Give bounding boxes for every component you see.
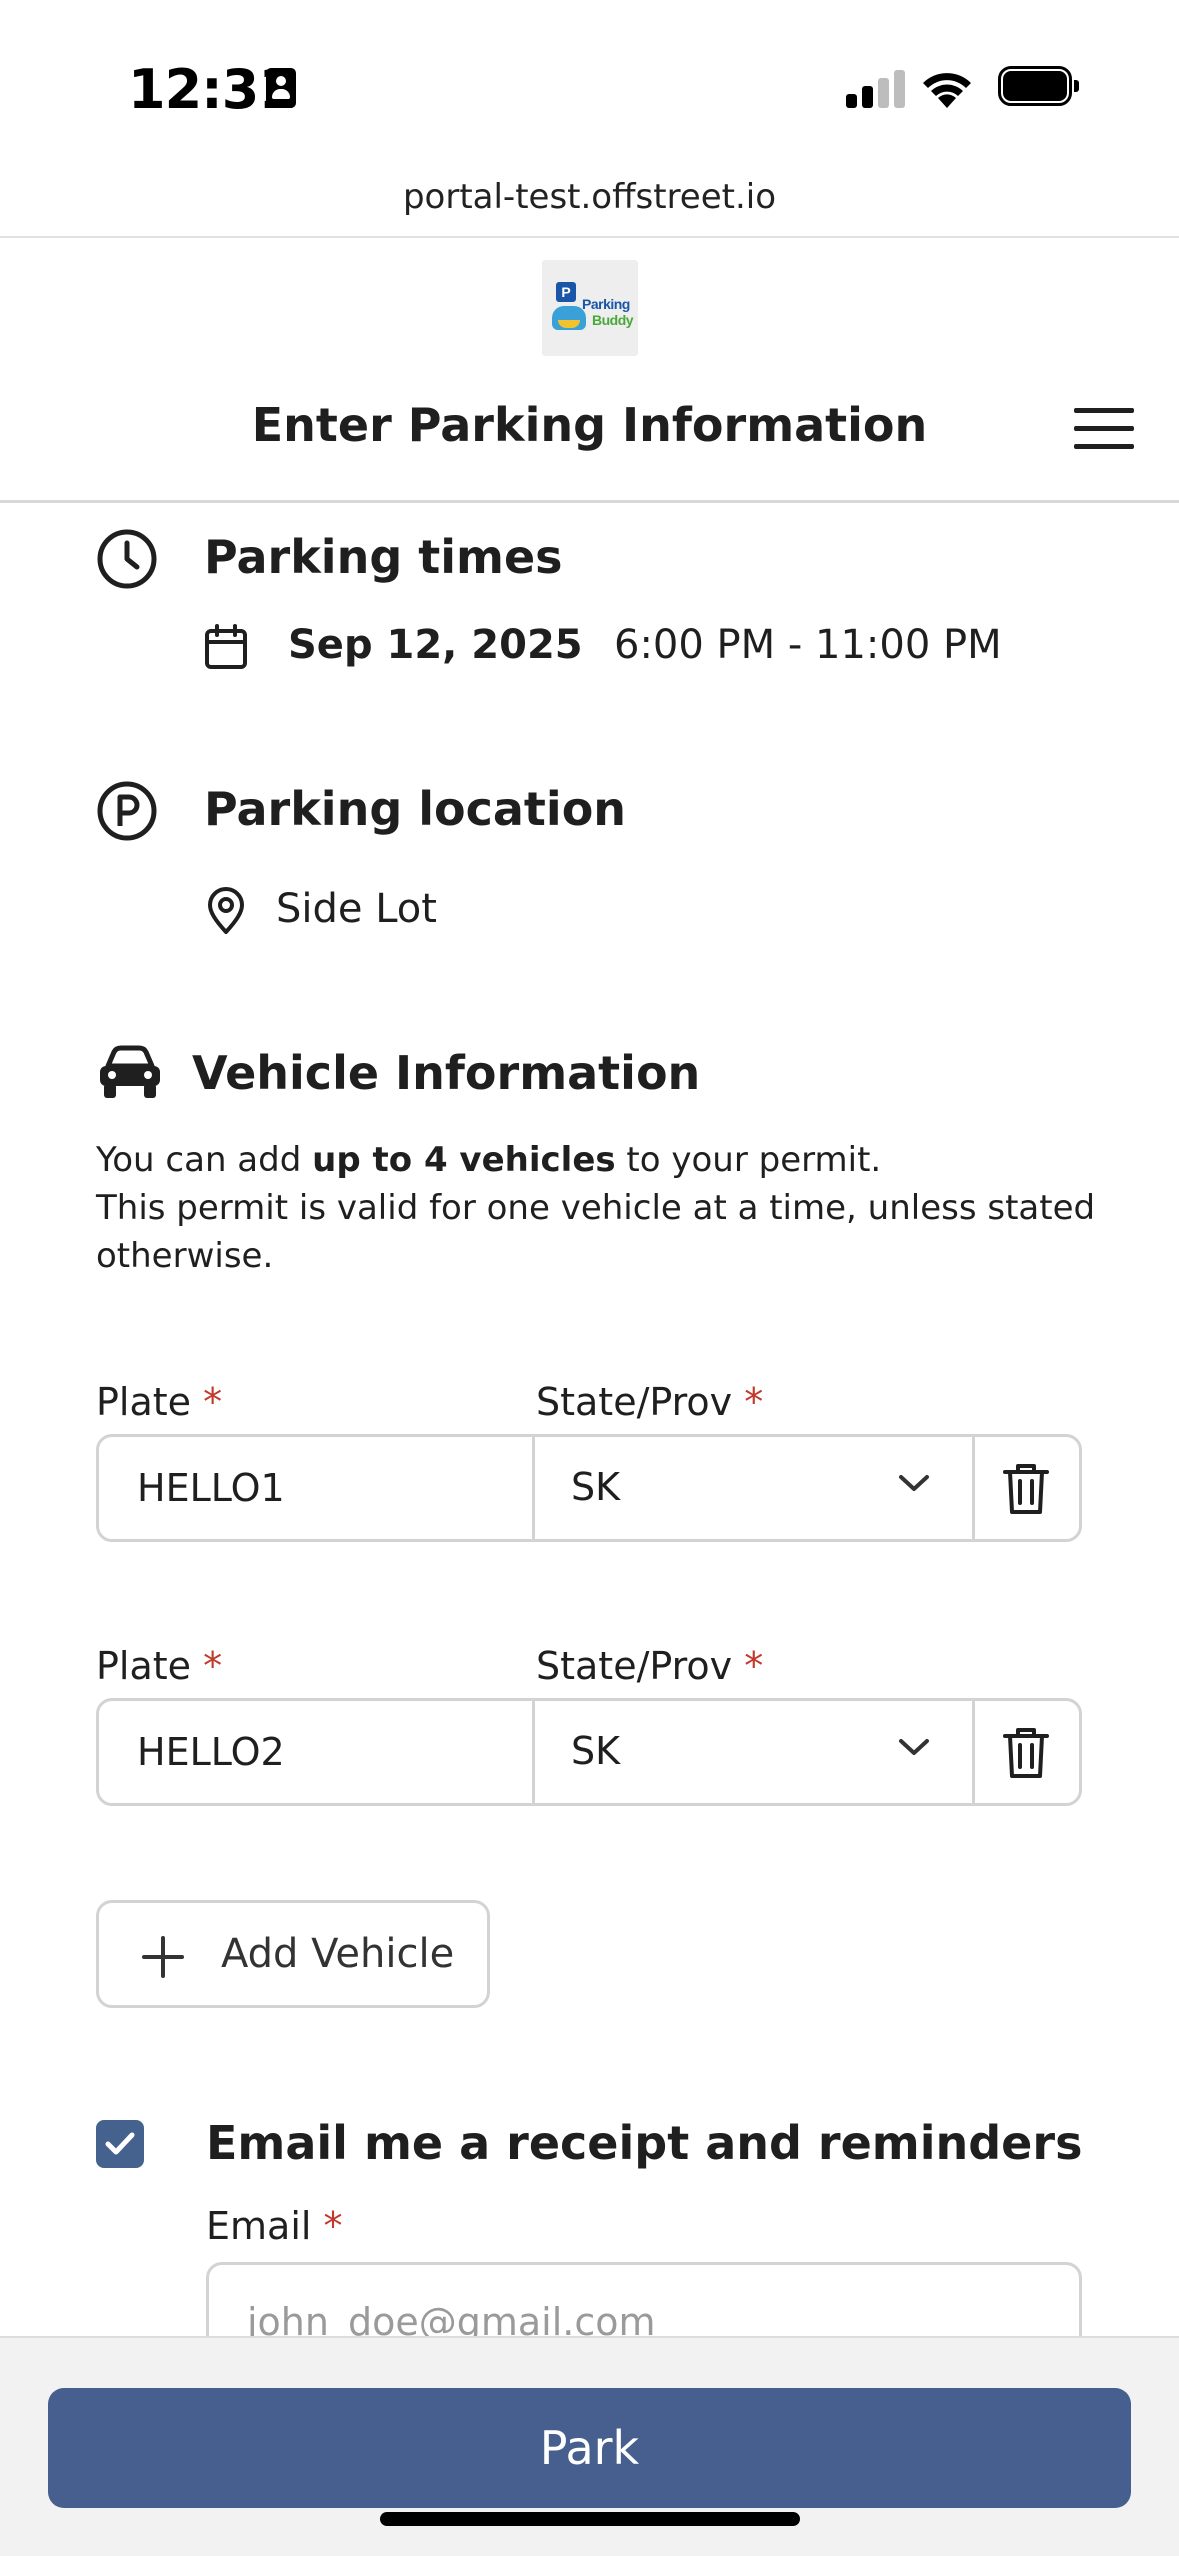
- chevron-down-icon: [899, 1475, 929, 1491]
- cellular-signal-icon: [846, 70, 906, 108]
- divider: [0, 236, 1179, 238]
- state-prov-label: State/Prov *: [536, 1644, 764, 1688]
- state-prov-value: SK: [571, 1729, 621, 1773]
- add-vehicle-label: Add Vehicle: [221, 1931, 455, 1977]
- car-icon: [100, 1045, 160, 1098]
- battery-icon: [998, 66, 1079, 106]
- vehicle-description-line1: You can add up to 4 vehicles to your per…: [96, 1140, 882, 1180]
- vehicle-description-line3: otherwise.: [96, 1236, 274, 1276]
- plate-input[interactable]: [99, 1437, 535, 1539]
- vehicle-row: SK: [96, 1698, 1082, 1806]
- state-prov-select[interactable]: SK: [535, 1701, 975, 1803]
- add-vehicle-button[interactable]: Add Vehicle: [96, 1900, 490, 2008]
- url-bar[interactable]: portal-test.offstreet.io: [0, 170, 1179, 236]
- park-button[interactable]: Park: [48, 2388, 1131, 2508]
- calendar-icon: [205, 624, 247, 669]
- page-title: Enter Parking Information: [251, 398, 928, 452]
- divider: [0, 500, 1179, 503]
- plate-label: Plate *: [96, 1644, 223, 1688]
- plate-label: Plate *: [96, 1380, 223, 1424]
- trash-icon: [1003, 1464, 1049, 1514]
- state-prov-label: State/Prov *: [536, 1380, 764, 1424]
- delete-vehicle-button[interactable]: [975, 1437, 1079, 1539]
- parking-location-title: Parking location: [204, 782, 627, 836]
- parking-date: Sep 12, 2025: [288, 622, 583, 668]
- chevron-down-icon: [899, 1739, 929, 1755]
- hamburger-menu-icon[interactable]: [1072, 404, 1136, 454]
- delete-vehicle-button[interactable]: [975, 1701, 1079, 1803]
- vehicle-row: SK: [96, 1434, 1082, 1542]
- state-prov-value: SK: [571, 1465, 621, 1509]
- logo-badge: P: [556, 282, 576, 302]
- logo-text-line1: Parking: [582, 296, 630, 312]
- trash-icon: [1003, 1728, 1049, 1778]
- contact-card-icon: [266, 68, 296, 108]
- parking-time-range: 6:00 PM - 11:00 PM: [614, 622, 1002, 668]
- parking-times-title: Parking times: [204, 530, 563, 584]
- email-receipt-label: Email me a receipt and reminders: [206, 2116, 1083, 2170]
- parking-location-value: Side Lot: [276, 886, 437, 932]
- plus-icon: [142, 1936, 184, 1978]
- home-indicator: [380, 2512, 800, 2526]
- parking-p-icon: [97, 781, 157, 841]
- parking-buddy-logo: P Parking Buddy: [542, 260, 638, 356]
- checkmark-icon: [105, 2132, 135, 2155]
- clock-icon: [97, 529, 157, 589]
- vehicle-information-title: Vehicle Information: [192, 1046, 701, 1100]
- email-label: Email *: [206, 2204, 343, 2248]
- status-bar: 12:31: [0, 0, 1179, 170]
- vehicle-description-line2: This permit is valid for one vehicle at …: [96, 1188, 1096, 1228]
- email-receipt-checkbox[interactable]: [96, 2120, 144, 2168]
- logo-text-line2: Buddy: [592, 312, 634, 328]
- wifi-icon: [923, 73, 971, 108]
- map-pin-icon: [208, 887, 244, 934]
- state-prov-select[interactable]: SK: [535, 1437, 975, 1539]
- plate-input[interactable]: [99, 1701, 535, 1803]
